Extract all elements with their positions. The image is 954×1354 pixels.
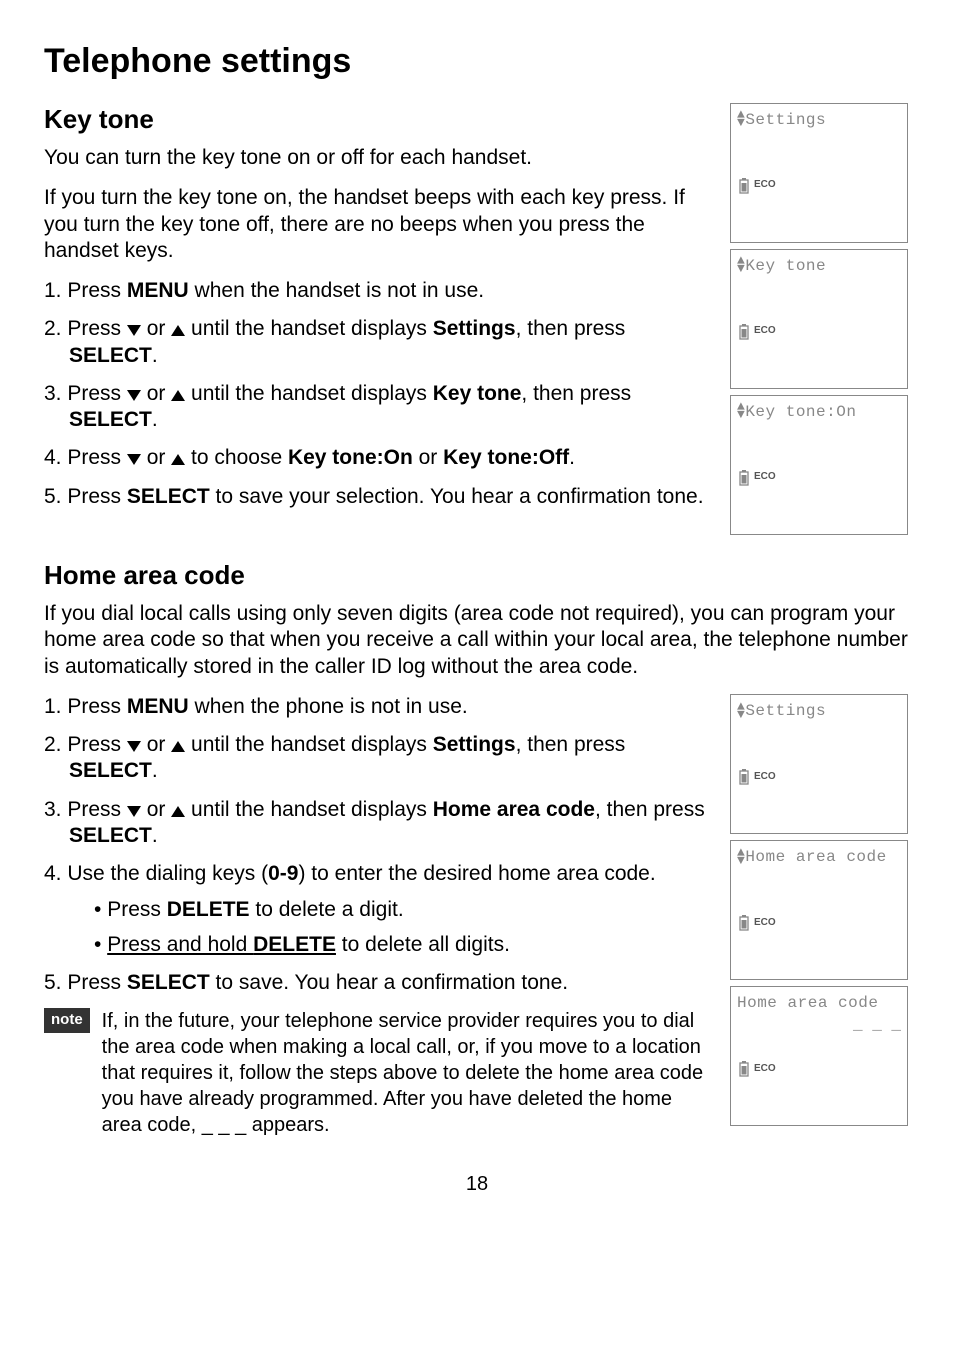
battery-icon xyxy=(737,178,751,194)
arrow-up-icon xyxy=(171,454,185,465)
page-number: 18 xyxy=(44,1172,910,1197)
hac-sub-1: Press DELETE to delete a digit. xyxy=(94,897,712,923)
lcd-screen-key-tone-on: ▲▼Key tone:On ECO xyxy=(730,395,908,535)
arrow-down-icon xyxy=(127,741,141,752)
kt-step-2: 2. Press or until the handset displays S… xyxy=(44,316,712,369)
arrow-down-icon xyxy=(127,806,141,817)
key-tone-heading: Key tone xyxy=(44,103,712,136)
eco-label: ECO xyxy=(754,179,776,192)
eco-label: ECO xyxy=(754,1063,776,1076)
arrow-up-icon xyxy=(171,325,185,336)
hac-step-3: 3. Press or until the handset displays H… xyxy=(44,797,712,850)
lcd-screen-hac-menu: ▲▼Home area code ECO xyxy=(730,840,908,980)
arrow-up-icon xyxy=(171,806,185,817)
battery-icon xyxy=(737,915,751,931)
kt-step-5: 5. Press SELECT to save your selection. … xyxy=(44,484,712,510)
hac-desc: If you dial local calls using only seven… xyxy=(44,601,910,680)
hac-step-4: 4. Use the dialing keys (0-9) to enter t… xyxy=(44,861,712,958)
lcd-screen-hac-entry: Home area code _ _ _ ECO xyxy=(730,986,908,1126)
lcd-screen-settings-2: ▲▼Settings ECO xyxy=(730,694,908,834)
eco-label: ECO xyxy=(754,325,776,338)
hac-step-2: 2. Press or until the handset displays S… xyxy=(44,732,712,785)
arrow-down-icon xyxy=(127,454,141,465)
kt-step-3: 3. Press or until the handset displays K… xyxy=(44,381,712,434)
note-text: If, in the future, your telephone servic… xyxy=(102,1008,712,1138)
lcd-screen-settings: ▲▼Settings ECO xyxy=(730,103,908,243)
eco-label: ECO xyxy=(754,771,776,784)
arrow-up-icon xyxy=(171,741,185,752)
page-title: Telephone settings xyxy=(44,40,910,83)
hac-sub-2: Press and hold DELETE to delete all digi… xyxy=(94,932,712,958)
hac-heading: Home area code xyxy=(44,559,910,592)
arrow-down-icon xyxy=(127,390,141,401)
arrow-up-icon xyxy=(171,390,185,401)
note-badge: note xyxy=(44,1008,90,1033)
hac-step-5: 5. Press SELECT to save. You hear a conf… xyxy=(44,970,712,996)
hac-step-1: 1. Press MENU when the phone is not in u… xyxy=(44,694,712,720)
note-block: note If, in the future, your telephone s… xyxy=(44,1008,712,1138)
battery-icon xyxy=(737,324,751,340)
battery-icon xyxy=(737,470,751,486)
kt-step-4: 4. Press or to choose Key tone:On or Key… xyxy=(44,445,712,471)
battery-icon xyxy=(737,1061,751,1077)
key-tone-intro: You can turn the key tone on or off for … xyxy=(44,145,712,171)
lcd-screen-key-tone: ▲▼Key tone ECO xyxy=(730,249,908,389)
kt-step-1: 1. Press MENU when the handset is not in… xyxy=(44,278,712,304)
battery-icon xyxy=(737,769,751,785)
eco-label: ECO xyxy=(754,917,776,930)
eco-label: ECO xyxy=(754,471,776,484)
key-tone-desc: If you turn the key tone on, the handset… xyxy=(44,185,712,264)
arrow-down-icon xyxy=(127,325,141,336)
